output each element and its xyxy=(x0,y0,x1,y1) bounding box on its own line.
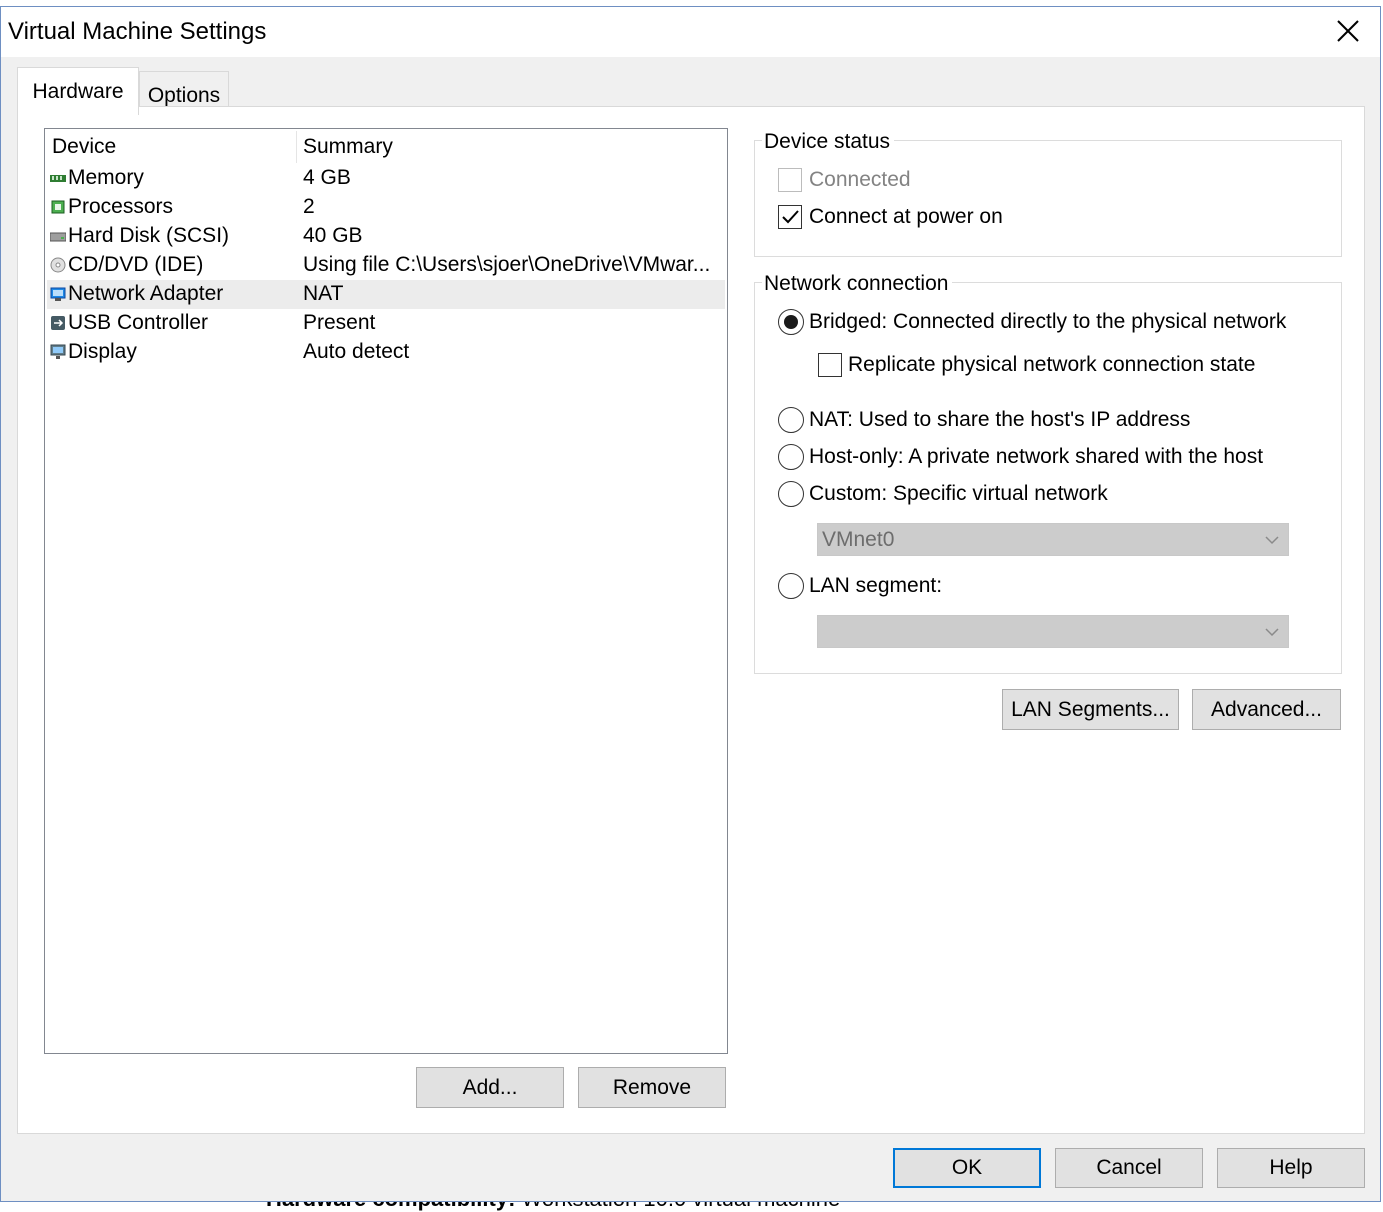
device-name: USB Controller xyxy=(68,311,209,334)
column-header-device[interactable]: Device xyxy=(52,135,116,159)
device-row-network-adapter[interactable]: Network Adapter NAT xyxy=(47,280,725,309)
device-row-usb-controller[interactable]: USB Controller Present xyxy=(47,309,725,338)
device-summary: Using file C:\Users\sjoer\OneDrive\VMwar… xyxy=(303,253,711,276)
close-button[interactable] xyxy=(1334,17,1362,45)
hard-disk-icon xyxy=(50,232,66,242)
device-name: Memory xyxy=(68,166,144,189)
checkmark-icon xyxy=(782,210,799,224)
device-summary: 4 GB xyxy=(303,166,351,189)
device-summary: 2 xyxy=(303,195,315,218)
device-name: Processors xyxy=(68,195,174,218)
device-status-title: Device status xyxy=(762,130,895,154)
custom-network-select[interactable]: VMnet0 xyxy=(817,523,1289,556)
processor-icon xyxy=(51,200,65,214)
device-name: Display xyxy=(68,340,137,363)
usb-icon xyxy=(51,316,65,330)
device-summary: Auto detect xyxy=(303,340,410,363)
remove-device-button[interactable]: Remove xyxy=(578,1067,726,1108)
cd-dvd-icon xyxy=(50,257,66,273)
custom-radio[interactable] xyxy=(778,481,804,507)
help-button[interactable]: Help xyxy=(1217,1148,1365,1188)
device-status-group xyxy=(754,140,1342,257)
radio-selected-dot xyxy=(784,315,798,329)
bridged-label: Bridged: Connected directly to the physi… xyxy=(809,310,1287,333)
network-adapter-icon xyxy=(50,287,66,301)
cancel-button[interactable]: Cancel xyxy=(1055,1148,1203,1188)
column-divider[interactable] xyxy=(296,131,297,163)
tab-hardware[interactable]: Hardware xyxy=(17,67,139,115)
title-bar: Virtual Machine Settings xyxy=(1,7,1380,57)
memory-icon xyxy=(50,175,66,182)
chevron-down-icon xyxy=(1265,536,1279,545)
device-summary: 40 GB xyxy=(303,224,363,247)
connected-checkbox[interactable] xyxy=(778,168,802,192)
bridged-radio[interactable] xyxy=(778,309,804,335)
device-summary: NAT xyxy=(303,282,344,305)
device-name: Hard Disk (SCSI) xyxy=(68,224,230,247)
custom-label: Custom: Specific virtual network xyxy=(809,482,1108,505)
chevron-down-icon xyxy=(1265,628,1279,637)
host-only-radio[interactable] xyxy=(778,444,804,470)
device-row-display[interactable]: Display Auto detect xyxy=(47,338,725,367)
close-icon xyxy=(1337,20,1359,42)
device-row-processors[interactable]: Processors 2 xyxy=(47,193,725,222)
host-only-label: Host-only: A private network shared with… xyxy=(809,445,1264,468)
advanced-button[interactable]: Advanced... xyxy=(1192,689,1341,730)
window-title: Virtual Machine Settings xyxy=(8,18,267,45)
nat-label: NAT: Used to share the host's IP address xyxy=(809,408,1191,431)
lan-segment-select[interactable] xyxy=(817,615,1289,648)
device-row-memory[interactable]: Memory 4 GB xyxy=(47,164,725,193)
network-connection-title: Network connection xyxy=(762,272,953,296)
lan-segments-button[interactable]: LAN Segments... xyxy=(1002,689,1179,730)
replicate-state-checkbox[interactable] xyxy=(818,353,842,377)
device-name: CD/DVD (IDE) xyxy=(68,253,204,276)
hardware-tab-page: Device Summary Memory 4 GB Processors 2 xyxy=(17,106,1365,1134)
device-summary: Present xyxy=(303,311,376,334)
lan-segment-radio[interactable] xyxy=(778,573,804,599)
vm-settings-dialog: Virtual Machine Settings Hardware Option… xyxy=(0,6,1381,1202)
device-row-cd-dvd[interactable]: CD/DVD (IDE) Using file C:\Users\sjoer\O… xyxy=(47,251,725,280)
device-name: Network Adapter xyxy=(68,282,224,305)
add-device-button[interactable]: Add... xyxy=(416,1067,564,1108)
lan-segment-label: LAN segment: xyxy=(809,574,943,597)
column-header-summary[interactable]: Summary xyxy=(303,135,393,159)
custom-network-value: VMnet0 xyxy=(822,528,895,551)
replicate-state-label: Replicate physical network connection st… xyxy=(848,353,1256,376)
device-list[interactable]: Device Summary Memory 4 GB Processors 2 xyxy=(44,128,728,1054)
connect-at-power-on-checkbox[interactable] xyxy=(778,205,802,229)
connect-at-power-on-label: Connect at power on xyxy=(809,205,1003,228)
nat-radio[interactable] xyxy=(778,407,804,433)
device-row-hard-disk[interactable]: Hard Disk (SCSI) 40 GB xyxy=(47,222,725,251)
display-icon xyxy=(50,344,66,359)
connected-label: Connected xyxy=(809,168,911,191)
ok-button[interactable]: OK xyxy=(893,1148,1041,1188)
